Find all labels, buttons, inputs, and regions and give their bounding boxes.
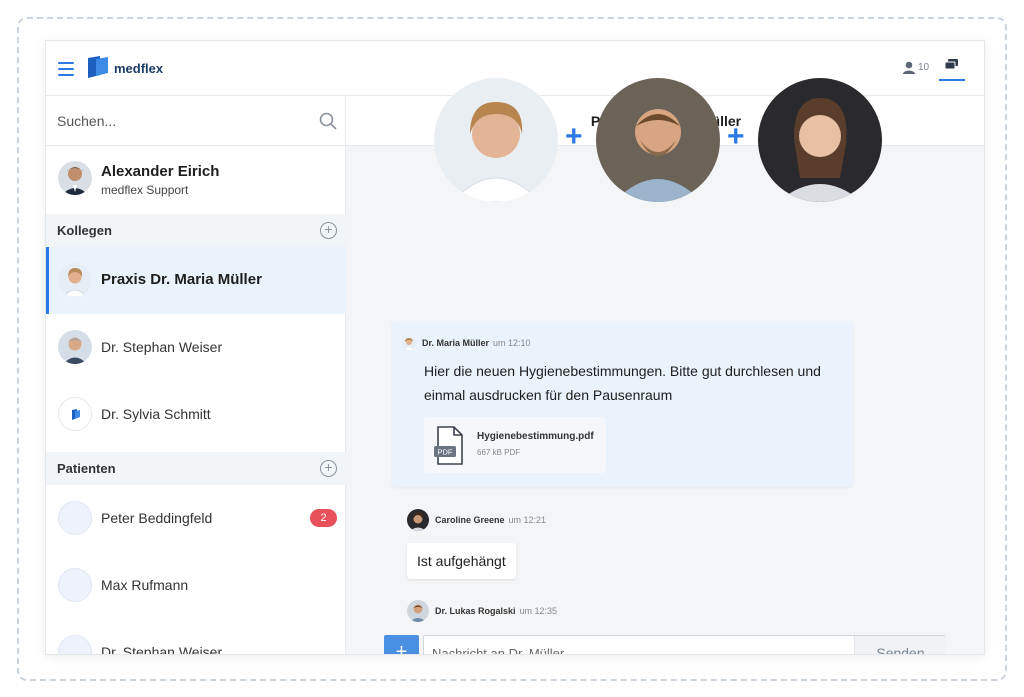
message-header: Dr. Lukas Rogalski um 12:35 [407, 600, 557, 622]
message-bubble: Ist aufgehängt [407, 543, 516, 579]
avatar [58, 397, 92, 431]
participant-avatar [596, 78, 720, 202]
message-sender: Dr. Maria Müller [422, 338, 490, 348]
current-user: Alexander Eirich medflex Support [46, 146, 346, 214]
sidebar-item-label: Praxis Dr. Maria Müller [101, 271, 262, 288]
add-patient-button[interactable]: + [320, 460, 337, 477]
section-title: Patienten [57, 461, 116, 476]
sidebar-item-stephan-weiser-patient[interactable]: Dr. Stephan Weiser [46, 619, 346, 655]
avatar [407, 600, 429, 622]
pdf-label: PDF [438, 448, 453, 457]
search-input[interactable] [57, 110, 307, 132]
avatar [58, 501, 92, 535]
sidebar-item-label: Peter Beddingfeld [101, 510, 213, 526]
chat-icon [944, 59, 958, 70]
user-icon [903, 61, 915, 74]
menu-icon[interactable] [58, 62, 74, 76]
chat-tab-indicator [939, 79, 965, 81]
chat-tab[interactable] [939, 57, 965, 81]
sidebar-item-label: Dr. Stephan Weiser [101, 644, 223, 655]
message-sender: Caroline Greene [435, 515, 505, 525]
message-time: um 12:35 [519, 606, 558, 616]
chat-pane: Praxis Dr. Maria Müller + + Dr. Maria Mü… [346, 78, 984, 654]
file-name: Hygienebestimmung.pdf [477, 431, 594, 442]
sidebar-item-praxis-mueller[interactable]: Praxis Dr. Maria Müller [46, 247, 346, 314]
search-bar [46, 96, 346, 146]
sidebar-item-stephan-weiser[interactable]: Dr. Stephan Weiser [46, 314, 346, 381]
medflex-logo-icon [88, 56, 108, 78]
participant-avatar [434, 78, 558, 202]
message-header: Dr. Maria Müller um 12:10 [402, 336, 531, 350]
current-user-name: Alexander Eirich [101, 163, 220, 180]
sidebar-item-max-rufmann[interactable]: Max Rufmann [46, 552, 346, 619]
plus-icon: + [727, 120, 745, 153]
sidebar-item-sylvia-schmitt[interactable]: Dr. Sylvia Schmitt [46, 381, 346, 448]
section-title: Kollegen [57, 223, 112, 238]
avatar [407, 509, 429, 531]
section-colleagues: Kollegen + [46, 214, 346, 247]
sidebar-item-label: Dr. Stephan Weiser [101, 339, 223, 355]
add-colleague-button[interactable]: + [320, 222, 337, 239]
sidebar-item-peter-beddingfeld[interactable]: Peter Beddingfeld 2 [46, 485, 346, 552]
participant-avatar [758, 78, 882, 202]
sidebar-item-label: Dr. Sylvia Schmitt [101, 406, 211, 422]
sidebar-item-label: Max Rufmann [101, 577, 189, 593]
avatar [58, 161, 92, 195]
online-users-button[interactable]: 10 [902, 61, 929, 74]
message-sender: Dr. Lukas Rogalski [435, 606, 516, 616]
file-size: 667 kB PDF [477, 448, 521, 457]
current-user-subtitle: medflex Support [101, 183, 189, 197]
avatar [58, 330, 92, 364]
message-header: Caroline Greene um 12:21 [407, 509, 546, 531]
search-icon[interactable] [319, 112, 337, 130]
avatar [402, 336, 416, 350]
plus-icon: + [565, 120, 583, 153]
avatar [58, 263, 92, 297]
brand-name: medflex [114, 61, 164, 76]
sidebar: Alexander Eirich medflex Support Kollege… [46, 96, 346, 655]
file-attachment[interactable]: PDF Hygienebestimmung.pdf 667 kB PDF [424, 417, 606, 473]
avatar [58, 635, 92, 654]
unread-badge: 2 [310, 509, 337, 527]
add-attachment-button[interactable]: + [384, 635, 419, 654]
message-text: Hier die neuen Hygienebestimmungen. Bitt… [424, 363, 821, 403]
message-time: um 12:10 [493, 338, 531, 348]
message-bubble: Dr. Maria Müller um 12:10 Hier die neuen… [392, 321, 853, 487]
message-time: um 12:21 [508, 515, 547, 525]
online-users-count: 10 [918, 62, 930, 73]
app-window: medflex 10 Suchen... Alexander Eirich me… [45, 40, 985, 655]
pdf-file-icon: PDF [434, 426, 463, 465]
message-composer: Senden [423, 635, 946, 654]
send-button[interactable]: Senden [854, 636, 946, 654]
section-patients: Patienten + [46, 452, 346, 485]
avatar [58, 568, 92, 602]
message-input[interactable] [432, 643, 842, 654]
